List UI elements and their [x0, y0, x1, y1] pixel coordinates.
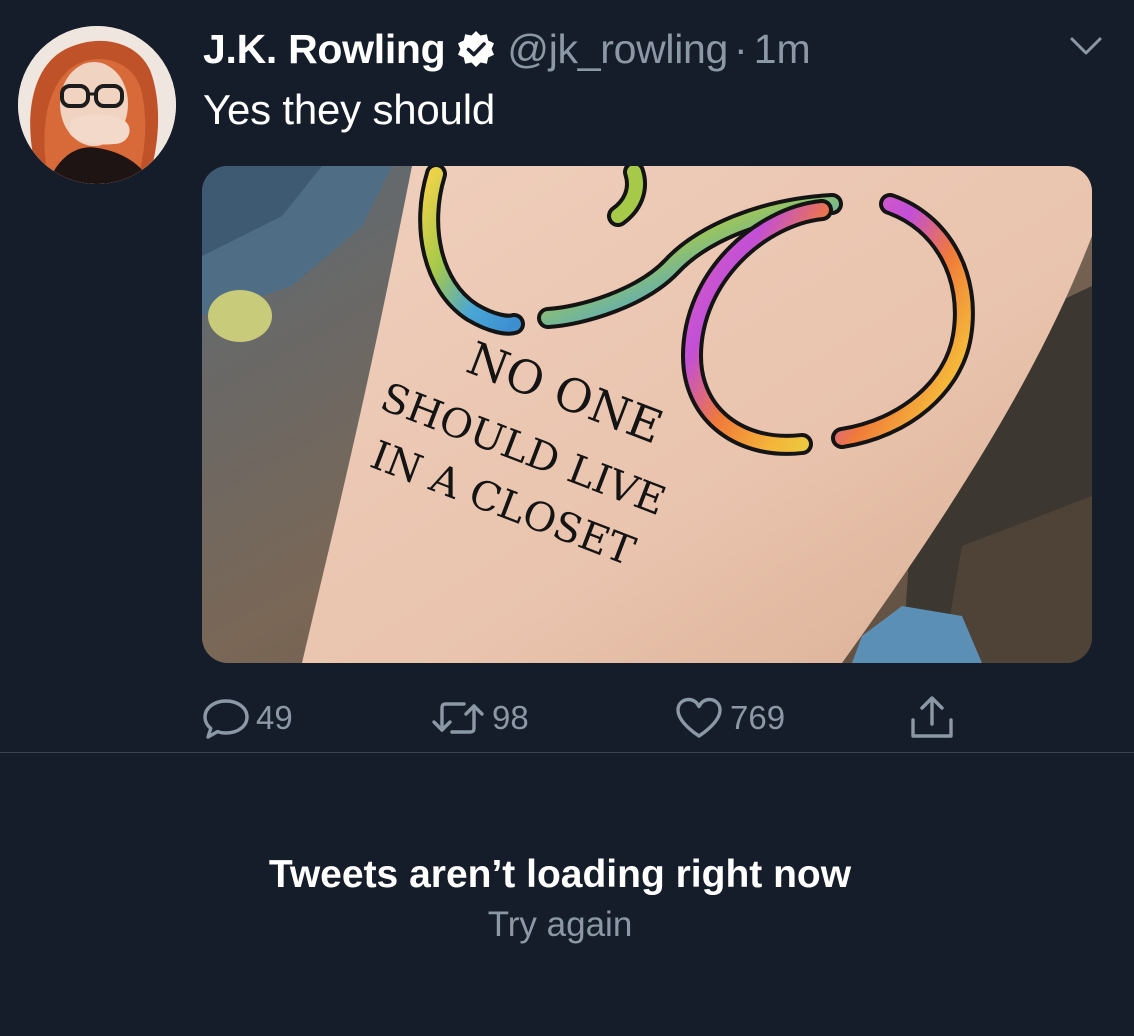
author-handle[interactable]: @jk_rowling — [507, 26, 728, 73]
error-message: Tweets aren’t loading right now — [268, 853, 852, 896]
timeline-error: Tweets aren’t loading right now Try agai… — [0, 848, 1120, 948]
header-separator: · — [734, 25, 748, 72]
try-again-link[interactable]: Try again — [0, 902, 1120, 948]
retweet-icon — [430, 696, 486, 740]
share-icon — [908, 696, 956, 740]
twitter-timeline: J.K. Rowling @jk_rowling · 1m Yes they s… — [0, 0, 1134, 1036]
tweet-timestamp[interactable]: 1m — [754, 26, 811, 73]
reply-icon — [202, 696, 250, 740]
tweet-header: J.K. Rowling @jk_rowling · 1m — [203, 22, 811, 76]
like-button[interactable]: 769 — [674, 696, 785, 740]
tweet-text: Yes they should — [203, 86, 496, 133]
tweet-divider — [0, 752, 1134, 753]
retweet-count: 98 — [492, 699, 529, 736]
chevron-down-icon[interactable] — [1068, 32, 1104, 60]
reply-count: 49 — [256, 699, 293, 736]
like-count: 769 — [730, 699, 786, 736]
heart-icon — [674, 696, 724, 740]
retweet-button[interactable]: 98 — [430, 696, 529, 740]
share-button[interactable] — [908, 696, 956, 740]
verified-badge-icon — [457, 30, 495, 68]
reply-button[interactable]: 49 — [202, 696, 293, 740]
avatar-photo — [18, 26, 176, 184]
author-name[interactable]: J.K. Rowling — [203, 26, 446, 73]
tweet-actions: 49 98 769 — [202, 696, 1002, 740]
tweet-media-photo[interactable]: NO ONE SHOULD LIVE IN A CLOSET — [202, 166, 1092, 663]
avatar[interactable] — [18, 26, 176, 184]
tweet[interactable]: J.K. Rowling @jk_rowling · 1m Yes they s… — [0, 0, 1134, 752]
